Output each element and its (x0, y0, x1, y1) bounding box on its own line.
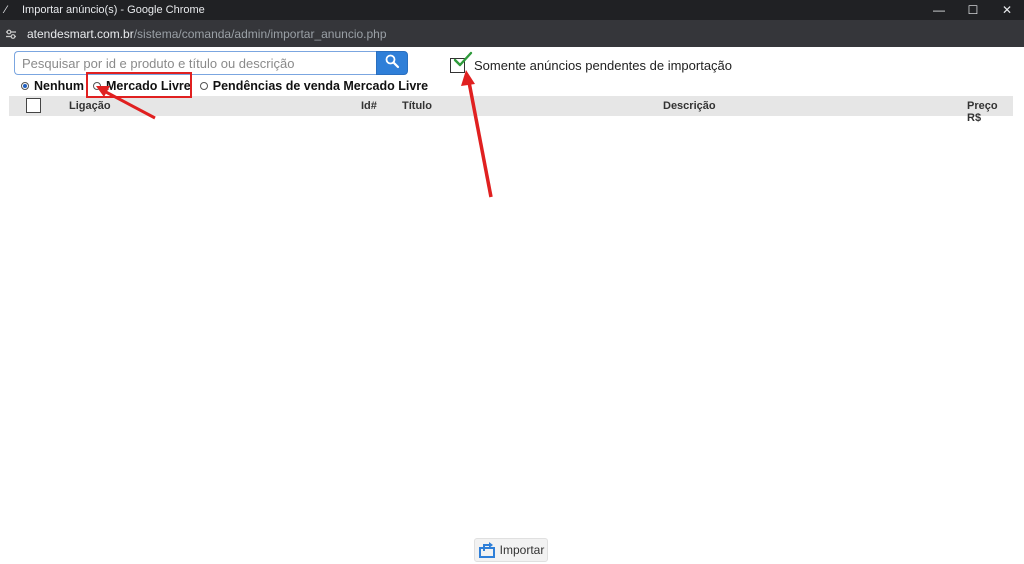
site-settings-icon[interactable] (4, 27, 18, 41)
import-button-label: Importar (499, 543, 545, 557)
search-input[interactable] (14, 51, 378, 75)
url-path[interactable]: /sistema/comanda/admin/importar_anuncio.… (134, 27, 387, 41)
column-header-titulo[interactable]: Título (402, 100, 432, 112)
source-radio-group: Nenhum Mercado Livre Pendências de venda… (21, 79, 428, 93)
window-title: Importar anúncio(s) - Google Chrome (22, 4, 205, 16)
import-button[interactable]: Importar (474, 538, 548, 562)
maximize-button[interactable]: ☐ (956, 0, 990, 20)
annotation-highlight-box (86, 72, 192, 98)
radio-button-checked[interactable] (21, 82, 29, 90)
table-header: Ligação Id# Título Descrição Preço R$ (9, 96, 1013, 124)
radio-button[interactable] (199, 82, 208, 90)
radio-pendencias-venda[interactable]: Pendências de venda Mercado Livre (199, 79, 429, 93)
radio-nenhum[interactable]: Nenhum (21, 79, 84, 93)
radio-label: Nenhum (34, 79, 84, 93)
pending-only-label: Somente anúncios pendentes de importação (474, 57, 733, 73)
column-header-preco[interactable]: Preço R$ (967, 100, 1013, 124)
checkmark-icon (453, 51, 473, 66)
search-bar (14, 51, 408, 75)
annotation-arrow-up (461, 70, 493, 198)
column-header-ligacao[interactable]: Ligação (69, 100, 111, 112)
search-icon (384, 53, 400, 74)
pending-only-filter[interactable]: Somente anúncios pendentes de importação (450, 51, 733, 74)
address-bar[interactable]: atendesmart.com.br/sistema/comanda/admin… (0, 20, 1024, 47)
search-button[interactable] (376, 51, 408, 75)
column-header-descricao[interactable]: Descrição (663, 100, 716, 112)
minimize-button[interactable]: — (922, 0, 956, 20)
radio-label: Pendências de venda Mercado Livre (212, 79, 429, 93)
select-all-checkbox[interactable] (26, 98, 41, 113)
import-icon (478, 542, 495, 558)
column-header-id[interactable]: Id# (361, 100, 377, 112)
url-host[interactable]: atendesmart.com.br (27, 27, 134, 41)
chrome-app-icon: ⁄ (5, 4, 7, 16)
close-button[interactable]: ✕ (990, 0, 1024, 20)
window-controls: — ☐ ✕ (922, 0, 1024, 20)
window-titlebar: ⁄ Importar anúncio(s) - Google Chrome — … (0, 0, 1024, 20)
pending-only-checkbox[interactable] (450, 51, 473, 73)
